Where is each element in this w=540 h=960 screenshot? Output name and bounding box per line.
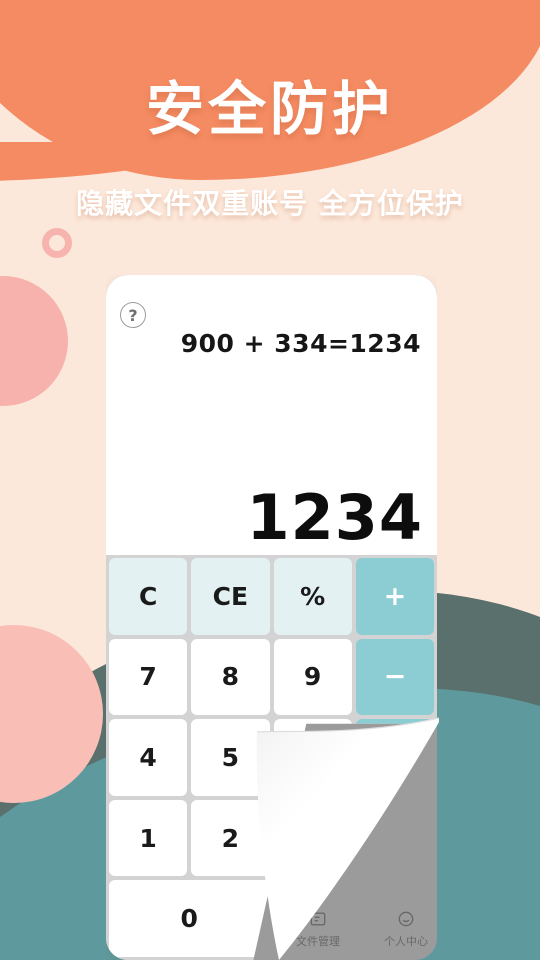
minus-key[interactable]: −: [355, 638, 434, 716]
nav-item-personal-center[interactable]: 个人中心: [384, 909, 428, 949]
help-icon[interactable]: ?: [120, 302, 146, 328]
clear-entry-key[interactable]: CE: [191, 558, 270, 635]
person-smile-icon: [396, 909, 416, 929]
percent-key[interactable]: %: [273, 558, 352, 635]
nav-item-file-manager[interactable]: 文件管理: [296, 909, 340, 949]
promo-subheadline: 隐藏文件双重账号 全方位保护: [76, 187, 464, 220]
digit-0-key[interactable]: 0: [109, 880, 270, 957]
pink-circle-upper: [0, 276, 68, 406]
promo-headline: 安全防护: [145, 75, 394, 143]
plus-key[interactable]: +: [355, 558, 434, 635]
calculator-expression: 900 + 334=1234: [180, 329, 421, 358]
promo-screenshot: 安全防护 隐藏文件双重账号 全方位保护 文件管理 个人中心 ? 900 + 33…: [0, 0, 540, 960]
digit-8-key[interactable]: 8: [191, 638, 270, 716]
pink-ring: [42, 228, 72, 258]
digit-9-key[interactable]: 9: [273, 638, 352, 716]
nav-label-personal-center: 个人中心: [384, 935, 428, 948]
digit-2-key[interactable]: 2: [191, 799, 270, 877]
folder-icon: [308, 909, 328, 929]
digit-1-key[interactable]: 1: [109, 799, 188, 877]
digit-7-key[interactable]: 7: [109, 638, 188, 716]
digit-5-key[interactable]: 5: [191, 719, 270, 796]
digit-4-key[interactable]: 4: [109, 719, 188, 796]
calculator-result: 1234: [246, 481, 423, 554]
nav-label-file-manager: 文件管理: [296, 935, 340, 948]
clear-all-key[interactable]: C: [109, 558, 188, 635]
